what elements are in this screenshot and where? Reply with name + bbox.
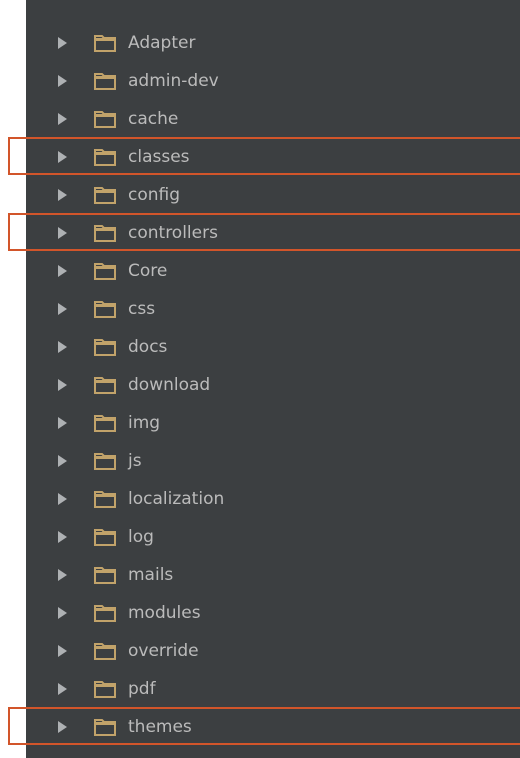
expand-arrow-icon[interactable] — [58, 569, 67, 581]
tree-item-modules[interactable]: modules — [26, 594, 520, 632]
folder-icon — [94, 377, 116, 394]
tree-item-label: Core — [128, 261, 168, 281]
folder-icon — [94, 187, 116, 204]
folder-icon — [94, 301, 116, 318]
folder-icon — [94, 415, 116, 432]
tree-item-label: admin-dev — [128, 71, 219, 91]
expand-arrow-icon[interactable] — [58, 683, 67, 695]
folder-icon — [94, 529, 116, 546]
tree-item-label: docs — [128, 337, 168, 357]
expand-arrow-icon[interactable] — [58, 607, 67, 619]
tree-item-label: mails — [128, 565, 174, 585]
expand-arrow-icon[interactable] — [58, 37, 67, 49]
tree-item-config[interactable]: config — [26, 176, 520, 214]
expand-arrow-icon[interactable] — [58, 265, 67, 277]
folder-icon — [94, 453, 116, 470]
tree-item-css[interactable]: css — [26, 290, 520, 328]
tree-item-download[interactable]: download — [26, 366, 520, 404]
expand-arrow-icon[interactable] — [58, 151, 67, 163]
tree-item-label: controllers — [128, 223, 218, 243]
folder-icon — [94, 605, 116, 622]
tree-item-pdf[interactable]: pdf — [26, 670, 520, 708]
expand-arrow-icon[interactable] — [58, 227, 67, 239]
folder-icon — [94, 111, 116, 128]
folder-icon — [94, 643, 116, 660]
tree-item-label: themes — [128, 717, 192, 737]
tree-item-override[interactable]: override — [26, 632, 520, 670]
folder-icon — [94, 719, 116, 736]
expand-arrow-icon[interactable] — [58, 417, 67, 429]
folder-icon — [94, 567, 116, 584]
expand-arrow-icon[interactable] — [58, 721, 67, 733]
expand-arrow-icon[interactable] — [58, 189, 67, 201]
expand-arrow-icon[interactable] — [58, 379, 67, 391]
expand-arrow-icon[interactable] — [58, 645, 67, 657]
tree-item-label: config — [128, 185, 181, 205]
folder-icon — [94, 149, 116, 166]
tree-item-label: pdf — [128, 679, 156, 699]
expand-arrow-icon[interactable] — [58, 455, 67, 467]
tree-item-label: Adapter — [128, 33, 196, 53]
tree-item-label: override — [128, 641, 199, 661]
tree-item-controllers[interactable]: controllers — [26, 214, 520, 252]
tree-item-label: img — [128, 413, 161, 433]
tree-item-label: localization — [128, 489, 225, 509]
tree-item-classes[interactable]: classes — [26, 138, 520, 176]
folder-icon — [94, 339, 116, 356]
expand-arrow-icon[interactable] — [58, 113, 67, 125]
project-tree-panel: Adapter admin-dev cache classes config c… — [26, 0, 520, 758]
tree-item-js[interactable]: js — [26, 442, 520, 480]
folder-icon — [94, 681, 116, 698]
tree-item-label: download — [128, 375, 211, 395]
folder-icon — [94, 35, 116, 52]
folder-icon — [94, 263, 116, 280]
expand-arrow-icon[interactable] — [58, 531, 67, 543]
folder-icon — [94, 73, 116, 90]
tree-item-img[interactable]: img — [26, 404, 520, 442]
folder-icon — [94, 491, 116, 508]
tree-item-label: cache — [128, 109, 179, 129]
tree-item-admin-dev[interactable]: admin-dev — [26, 62, 520, 100]
expand-arrow-icon[interactable] — [58, 493, 67, 505]
tree-item-log[interactable]: log — [26, 518, 520, 556]
tree-item-core[interactable]: Core — [26, 252, 520, 290]
tree-item-label: log — [128, 527, 154, 547]
tree-item-adapter[interactable]: Adapter — [26, 24, 520, 62]
expand-arrow-icon[interactable] — [58, 75, 67, 87]
tree-item-label: css — [128, 299, 156, 319]
tree-item-cache[interactable]: cache — [26, 100, 520, 138]
tree-item-label: classes — [128, 147, 190, 167]
tree-item-label: js — [128, 451, 142, 471]
expand-arrow-icon[interactable] — [58, 303, 67, 315]
tree-item-localization[interactable]: localization — [26, 480, 520, 518]
folder-icon — [94, 225, 116, 242]
expand-arrow-icon[interactable] — [58, 341, 67, 353]
tree-item-mails[interactable]: mails — [26, 556, 520, 594]
tree-item-label: modules — [128, 603, 201, 623]
tree-item-docs[interactable]: docs — [26, 328, 520, 366]
tree-item-themes[interactable]: themes — [26, 708, 520, 746]
